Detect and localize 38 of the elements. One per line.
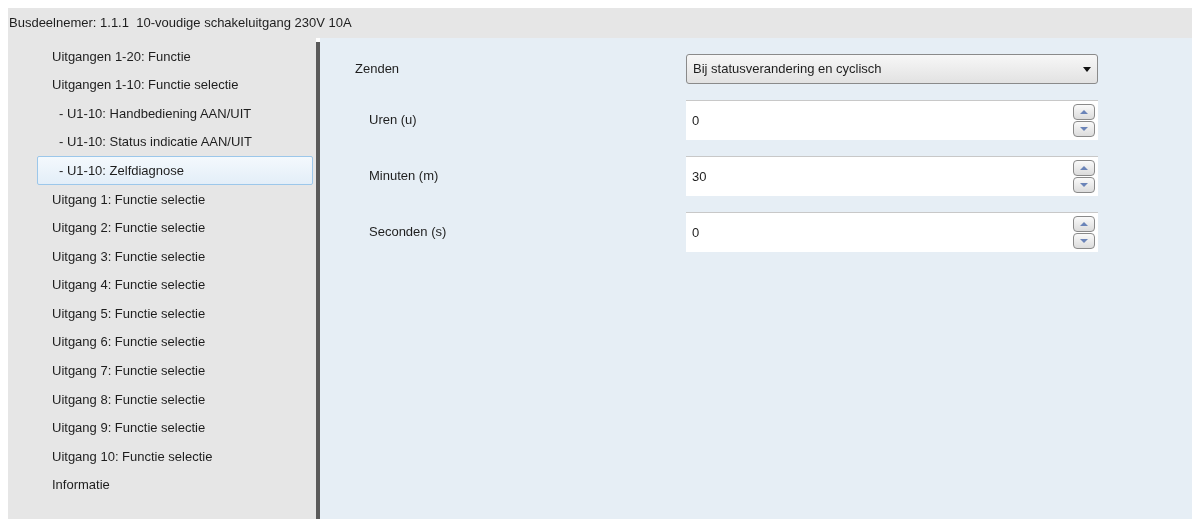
caret-icon xyxy=(1083,66,1091,72)
up-arrow-icon xyxy=(1080,166,1088,170)
sidebar-item[interactable]: Uitgang 7: Functie selectie xyxy=(37,356,313,386)
sidebar-item[interactable]: Uitgang 8: Functie selectie xyxy=(37,385,313,414)
sidebar-item[interactable]: Uitgang 1: Functie selectie xyxy=(37,184,313,214)
up-arrow-icon xyxy=(1080,222,1088,226)
down-arrow-icon xyxy=(1080,239,1088,243)
down-arrow-icon xyxy=(1080,127,1088,131)
sidebar-item[interactable]: Uitgang 4: Functie selectie xyxy=(37,270,313,300)
sidebar-item[interactable]: Uitgangen 1-20: Functie xyxy=(37,42,313,71)
sidebar-item[interactable]: Uitgang 9: Functie selectie xyxy=(37,413,313,443)
sidebar-item[interactable]: - U1-10: Handbediening AAN/UIT xyxy=(37,99,313,128)
sidebar-item[interactable]: Uitgang 3: Functie selectie xyxy=(37,242,313,271)
spin-down-button[interactable] xyxy=(1073,233,1095,249)
spin-down-button[interactable] xyxy=(1073,121,1095,137)
dropdown[interactable]: Bij statusverandering en cyclisch xyxy=(686,54,1098,84)
window-title: Busdeelnemer: 1.1.1 10-voudige schakeluitgang 230V 10A xyxy=(9,14,352,33)
number-field[interactable]: 0 xyxy=(686,100,1098,140)
number-field[interactable]: 30 xyxy=(686,156,1098,196)
sidebar-item[interactable]: Uitgang 6: Functie selectie xyxy=(37,327,313,357)
spin-up-button[interactable] xyxy=(1073,216,1095,232)
parameter-label: Minuten (m) xyxy=(368,167,440,186)
sidebar-item[interactable]: Uitgangen 1-10: Functie selectie xyxy=(37,70,313,100)
sidebar-item[interactable]: Uitgang 2: Functie selectie xyxy=(37,213,313,243)
down-arrow-icon xyxy=(1080,183,1088,187)
spin-up-button[interactable] xyxy=(1073,104,1095,120)
sidebar-item[interactable]: Uitgang 5: Functie selectie xyxy=(37,299,313,328)
sidebar-item[interactable]: - U1-10: Status indicatie AAN/UIT xyxy=(37,127,313,157)
parameter-label: Seconden (s) xyxy=(368,223,448,242)
sidebar-item[interactable]: - U1-10: Zelfdiagnose xyxy=(37,156,313,185)
parameter-label: Uren (u) xyxy=(368,111,418,130)
sidebar-item[interactable]: Informatie xyxy=(37,470,313,500)
number-field[interactable]: 0 xyxy=(686,212,1098,252)
sidebar-item[interactable]: Uitgang 10: Functie selectie xyxy=(37,442,313,471)
up-arrow-icon xyxy=(1080,110,1088,114)
spin-down-button[interactable] xyxy=(1073,177,1095,193)
parameter-label: Zenden xyxy=(355,60,401,79)
spin-up-button[interactable] xyxy=(1073,160,1095,176)
